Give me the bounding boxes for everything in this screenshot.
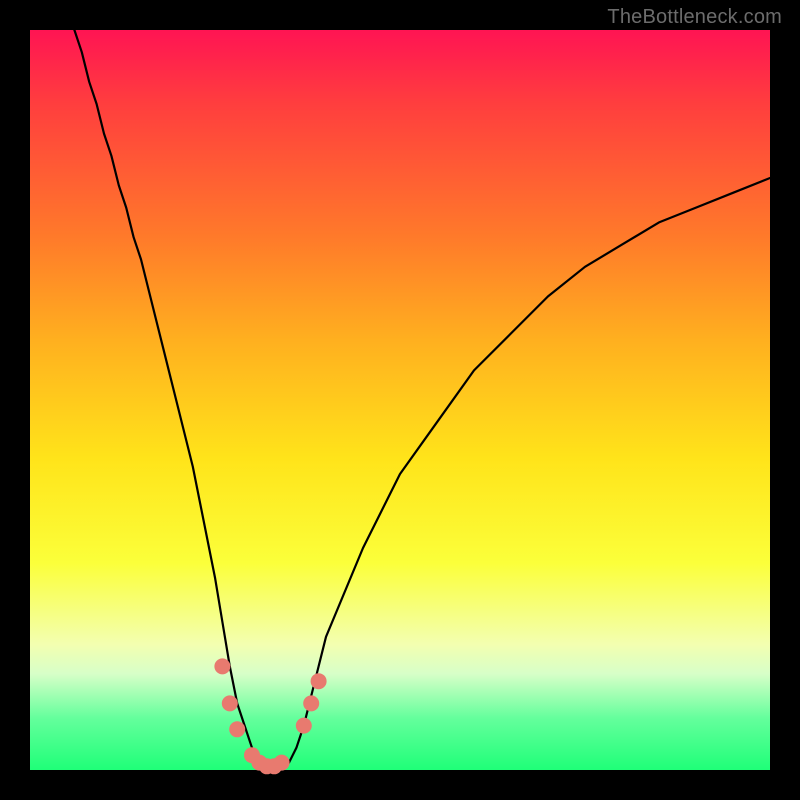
data-marker [274,755,290,771]
chart-frame: TheBottleneck.com [0,0,800,800]
data-marker [229,721,245,737]
data-marker [222,695,238,711]
watermark-text: TheBottleneck.com [607,6,782,29]
data-marker [214,658,230,674]
data-marker [296,718,312,734]
chart-svg [30,30,770,770]
plot-area [30,30,770,770]
data-marker [311,673,327,689]
bottleneck-curve [74,30,770,770]
data-marker [303,695,319,711]
